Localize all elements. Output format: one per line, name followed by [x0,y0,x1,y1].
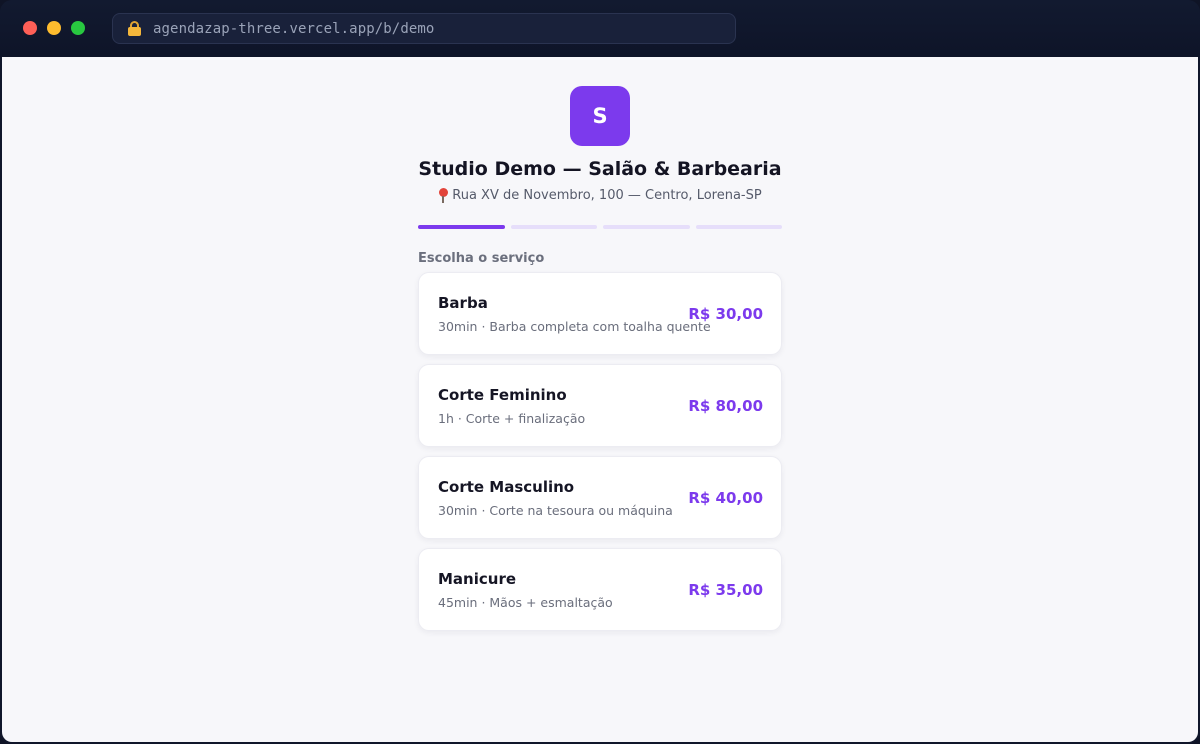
progress-step-4 [695,225,782,229]
progress-step-3 [603,225,690,229]
service-name: Corte Feminino [438,386,567,404]
service-price: R$ 80,00 [688,397,763,415]
service-price: R$ 35,00 [688,581,763,599]
service-list: Barba 30min · Barba completa com toalha … [418,272,782,640]
address-text: Rua XV de Novembro, 100 — Centro, Lorena… [452,188,762,203]
booking-page: S Studio Demo — Salão & Barbearia Rua XV… [2,57,1198,742]
progress-step-2 [510,225,597,229]
service-price: R$ 40,00 [688,489,763,507]
progress-step-1 [418,225,505,229]
step-progress [418,225,782,229]
close-window-button[interactable] [23,21,37,35]
business-name: Studio Demo — Salão & Barbearia [418,158,782,180]
service-name: Manicure [438,570,517,588]
service-description: 30min · Corte na tesoura ou máquina [438,503,673,518]
address-bar[interactable]: agendazap-three.vercel.app/b/demo [112,13,736,44]
minimize-window-button[interactable] [47,21,61,35]
maximize-window-button[interactable] [71,21,85,35]
service-description: 1h · Corte + finalização [438,411,586,426]
service-card-barba[interactable]: Barba 30min · Barba completa com toalha … [418,272,782,355]
service-card-manicure[interactable]: Manicure 45min · Mãos + esmaltação R$ 35… [418,548,782,631]
lock-icon [128,21,141,36]
browser-titlebar: agendazap-three.vercel.app/b/demo [0,0,1200,57]
section-label: Escolha o serviço [418,251,545,266]
map-pin-icon [438,188,449,203]
browser-window: agendazap-three.vercel.app/b/demo S Stud… [0,0,1200,744]
service-name: Corte Masculino [438,478,575,496]
service-name: Barba [438,294,488,312]
business-logo: S [570,86,630,146]
service-description: 45min · Mãos + esmaltação [438,595,613,610]
service-price: R$ 30,00 [688,305,763,323]
business-address: Rua XV de Novembro, 100 — Centro, Lorena… [350,188,850,203]
service-card-corte-masculino[interactable]: Corte Masculino 30min · Corte na tesoura… [418,456,782,539]
service-description: 30min · Barba completa com toalha quente [438,319,711,334]
url-text: agendazap-three.vercel.app/b/demo [153,20,435,37]
service-card-corte-feminino[interactable]: Corte Feminino 1h · Corte + finalização … [418,364,782,447]
